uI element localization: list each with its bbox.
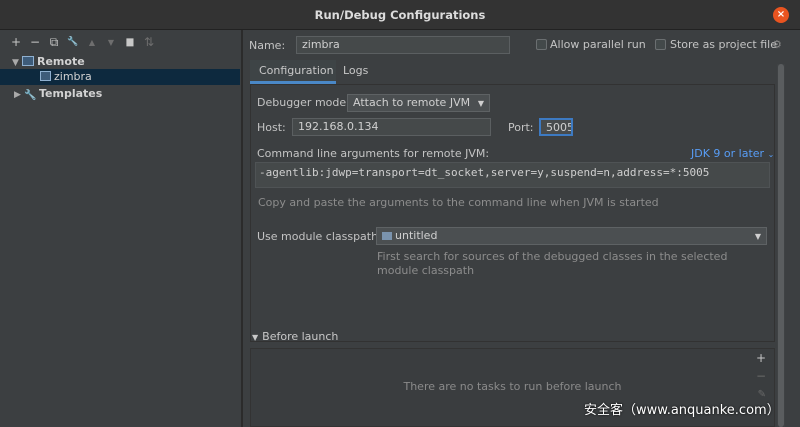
wrench-icon[interactable]: 🔧 — [67, 37, 79, 47]
config-detail-panel: Name: zimbra Allow parallel run Store as… — [243, 30, 800, 427]
remove-icon[interactable]: − — [29, 35, 41, 49]
sort-icon[interactable]: ⇅ — [143, 35, 155, 49]
add-task-icon[interactable]: + — [756, 351, 766, 365]
store-project-checkbox[interactable] — [655, 39, 666, 50]
tab-logs[interactable]: Logs — [334, 60, 377, 84]
move-down-icon[interactable]: ▼ — [105, 38, 117, 47]
host-input[interactable]: 192.168.0.134 — [292, 118, 491, 136]
debugger-mode-label: Debugger mode: — [257, 96, 350, 109]
before-launch-empty-message: There are no tasks to run before launch — [403, 380, 622, 393]
close-button[interactable]: × — [773, 7, 789, 23]
tree-item-label: Remote — [37, 55, 85, 68]
chevron-down-icon: ⌄ — [767, 150, 775, 159]
port-label: Port: — [508, 121, 534, 134]
cmd-args-label: Command line arguments for remote JVM: — [257, 147, 490, 160]
jdk-version-link[interactable]: JDK 9 or later ⌄ — [691, 147, 774, 160]
watermark-text: 安全客（www.anquanke.com） — [584, 403, 780, 418]
name-label: Name: — [249, 39, 286, 52]
chevron-down-icon: ▼ — [754, 232, 761, 241]
tree-toolbar: + − ⧉ 🔧 ▲ ▼ ▆ ⇅ — [0, 30, 241, 54]
host-label: Host: — [257, 121, 286, 134]
window-title: Run/Debug Configurations — [314, 8, 486, 22]
module-classpath-hint: First search for sources of the debugged… — [377, 250, 727, 278]
chevron-down-icon: ▼ — [252, 333, 259, 342]
remote-config-icon — [40, 71, 51, 81]
module-classpath-label: Use module classpath: — [257, 230, 382, 243]
wrench-icon: 🔧 — [24, 90, 37, 101]
module-classpath-value: untitled — [395, 229, 438, 242]
tree-item-label: zimbra — [54, 70, 92, 83]
remote-icon — [22, 56, 34, 66]
add-icon[interactable]: + — [10, 35, 22, 49]
debugger-mode-select[interactable]: Attach to remote JVM ▼ — [347, 94, 490, 112]
copy-icon[interactable]: ⧉ — [48, 35, 60, 50]
detail-scrollbar[interactable] — [777, 64, 785, 427]
before-launch-title: Before launch — [262, 330, 339, 343]
tree-item-remote[interactable]: ▼ Remote — [12, 54, 85, 70]
gear-icon[interactable]: ⚙ — [772, 38, 782, 51]
tree-item-zimbra[interactable]: zimbra — [0, 69, 240, 85]
chevron-down-icon: ▼ — [477, 99, 484, 108]
cmd-args-field[interactable]: -agentlib:jdwp=transport=dt_socket,serve… — [255, 162, 770, 188]
title-bar: Run/Debug Configurations × — [0, 0, 800, 30]
store-project-label: Store as project file — [670, 38, 777, 51]
move-up-icon[interactable]: ▲ — [86, 38, 98, 47]
tree-item-label: Templates — [39, 87, 103, 100]
name-input[interactable]: zimbra — [296, 36, 510, 54]
scrollbar-thumb[interactable] — [778, 64, 784, 427]
tree-item-templates[interactable]: ▶ 🔧 Templates — [14, 86, 102, 102]
chevron-right-icon[interactable]: ▶ — [14, 87, 24, 103]
module-icon — [382, 232, 392, 240]
folder-icon[interactable]: ▆ — [124, 37, 136, 47]
before-launch-header[interactable]: ▼ Before launch — [252, 330, 338, 343]
config-tree-panel: + − ⧉ 🔧 ▲ ▼ ▆ ⇅ ▼ Remote zimbra ▶ 🔧 Templat… — [0, 30, 242, 427]
debugger-mode-value: Attach to remote JVM — [353, 96, 471, 109]
module-classpath-hint-line: First search for sources of the debugged… — [377, 250, 728, 263]
jdk-version-label: JDK 9 or later — [691, 147, 765, 160]
remove-task-icon[interactable]: − — [756, 369, 766, 383]
port-input[interactable]: 5005 — [539, 118, 573, 136]
module-classpath-select[interactable]: untitled ▼ — [376, 227, 767, 245]
configuration-panel: Debugger mode: Attach to remote JVM ▼ Ho… — [250, 84, 775, 342]
tab-configuration[interactable]: Configuration — [250, 60, 336, 84]
allow-parallel-checkbox[interactable] — [536, 39, 547, 50]
cmd-args-hint: Copy and paste the arguments to the comm… — [258, 196, 659, 209]
module-classpath-hint-line: module classpath — [377, 264, 475, 277]
allow-parallel-label: Allow parallel run — [550, 38, 646, 51]
